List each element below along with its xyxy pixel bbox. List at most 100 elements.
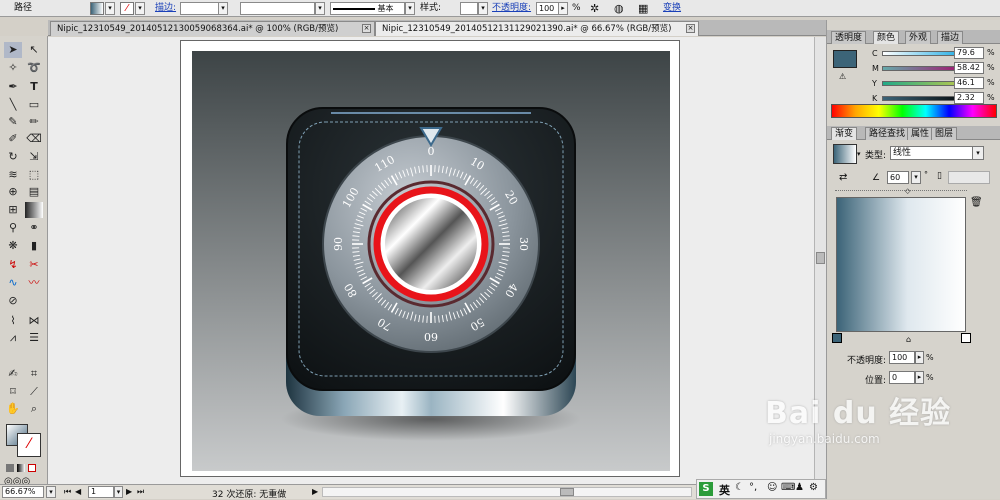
globe-icon[interactable]: ◍	[614, 2, 624, 15]
rectangle-tool-icon[interactable]: ▭	[25, 97, 43, 113]
variable-width-input[interactable]	[240, 2, 315, 15]
eyedropper-alt-tool-icon[interactable]: ✍	[4, 366, 22, 382]
tab-layers[interactable]: 图层	[931, 127, 957, 140]
color-spectrum[interactable]	[831, 104, 997, 118]
gradient-ramp-preview[interactable]	[836, 197, 966, 332]
transform-link[interactable]: 变换	[663, 2, 681, 15]
zoom-input[interactable]: 66.67%	[2, 486, 44, 498]
none-mode-icon[interactable]	[28, 464, 36, 472]
opacity-dropdown[interactable]: ▸	[558, 2, 568, 15]
ime-logo-icon[interactable]: S	[699, 482, 713, 496]
pencil-tool-icon[interactable]: ✏	[25, 114, 43, 130]
h-scroll-thumb[interactable]	[560, 488, 574, 496]
page-input[interactable]: 1	[88, 486, 114, 498]
zoom-dropdown[interactable]: ▾	[46, 486, 56, 498]
shape-builder-tool-icon[interactable]: ⊕	[4, 184, 22, 200]
status-menu-icon[interactable]: ▶	[312, 487, 318, 496]
stop-location-dropdown[interactable]: ▸	[915, 371, 924, 384]
fill-swatch[interactable]	[90, 2, 104, 15]
stop-opacity-dropdown[interactable]: ▸	[915, 351, 924, 364]
zoom-tool-icon[interactable]: ⌕	[25, 401, 43, 417]
puppet-tool-icon[interactable]: ⌇	[4, 313, 22, 329]
scroll-thumb[interactable]	[816, 252, 825, 264]
opacity-label[interactable]: 不透明度:	[492, 2, 531, 15]
warp-tool-icon[interactable]: ∿	[4, 275, 22, 291]
free-transform-tool-icon[interactable]: ⬚	[25, 167, 43, 183]
stroke-label[interactable]: 描边:	[155, 2, 176, 15]
pen-tool-icon[interactable]: ✒	[4, 79, 22, 95]
channel-y-input[interactable]: 46.1	[954, 77, 984, 89]
lasso-tool-icon[interactable]: ➰	[25, 60, 43, 76]
first-page-icon[interactable]: ⏮	[64, 487, 71, 497]
crop-tool-icon[interactable]: ⌑	[4, 384, 22, 400]
gradient-stop-right[interactable]	[961, 333, 971, 343]
width-tool-icon[interactable]: ≋	[4, 167, 22, 183]
gradient-angle-input[interactable]: 60	[887, 171, 909, 184]
variable-width-dropdown[interactable]: ▾	[315, 2, 325, 15]
align-icon[interactable]: ▦	[638, 2, 648, 15]
midpoint-diamond-icon[interactable]: ◇	[905, 187, 910, 195]
page-dropdown[interactable]: ▾	[114, 486, 123, 498]
fill-dropdown[interactable]: ▾	[105, 2, 115, 15]
blob-brush-tool-icon[interactable]: ✐	[4, 131, 22, 147]
aspect-ratio-input[interactable]	[948, 171, 990, 184]
stroke-swatch-dropdown[interactable]: ▾	[135, 2, 145, 15]
close-icon[interactable]: ×	[686, 24, 695, 33]
scissors-tool-icon[interactable]: ✂	[25, 257, 43, 273]
eyedropper-tool-icon[interactable]: ⚲	[4, 220, 22, 236]
tab-stroke[interactable]: 描边	[937, 31, 963, 44]
ime-language[interactable]: 英	[719, 482, 730, 498]
gradient-mode-icon[interactable]	[17, 464, 25, 472]
column-graph-tool-icon[interactable]: ▮	[25, 238, 43, 254]
gradient-stop-mid[interactable]: ⌂	[906, 335, 911, 344]
horizontal-scrollbar[interactable]	[322, 487, 692, 497]
next-page-icon[interactable]: ▶	[126, 487, 132, 496]
brush-dropdown[interactable]: ▾	[405, 2, 415, 15]
stroke-color-swatch[interactable]: ⁄	[18, 434, 40, 456]
tab-attributes[interactable]: 属性	[907, 127, 933, 140]
type-tool-icon[interactable]: T	[25, 79, 43, 95]
color-mode-icon[interactable]	[6, 464, 14, 472]
recolor-icon[interactable]: ✲	[590, 2, 599, 15]
artboard-tool-icon[interactable]: ⊘	[4, 293, 22, 309]
scale-tool-icon[interactable]: ⇲	[25, 149, 43, 165]
blend-tool-icon[interactable]: ⚭	[25, 220, 43, 236]
gradient-preview-swatch[interactable]	[833, 144, 857, 164]
last-page-icon[interactable]: ⏭	[137, 487, 144, 497]
channel-k-input[interactable]: 2.32	[954, 92, 984, 104]
angle-dropdown[interactable]: ▾	[911, 171, 921, 184]
style-dropdown[interactable]: ▾	[478, 2, 488, 15]
delete-stop-icon[interactable]: 🗑	[970, 197, 983, 208]
paintbrush-tool-icon[interactable]: ✎	[4, 114, 22, 130]
tab-gradient[interactable]: 渐变	[831, 127, 857, 140]
current-color-swatch[interactable]	[833, 50, 857, 68]
stroke-none-swatch[interactable]: ⁄	[120, 2, 134, 15]
knife-tool-icon[interactable]: ⟋	[25, 384, 43, 400]
brush-input[interactable]: 基本	[330, 2, 405, 15]
gradient-type-dropdown[interactable]: ▾	[972, 146, 984, 160]
stack-tool-icon[interactable]: ☰	[25, 330, 43, 346]
selection-tool-icon[interactable]: ➤	[4, 42, 22, 58]
ime-moon-icon[interactable]: ☾	[735, 482, 744, 493]
line-tool-icon[interactable]: ╲	[4, 97, 22, 113]
tab-transparency[interactable]: 透明度	[831, 31, 866, 44]
graph-tool-icon[interactable]: ⩘	[4, 330, 22, 346]
channel-m-input[interactable]: 58.42	[954, 62, 984, 74]
ime-punct-icon[interactable]: °,	[749, 482, 757, 493]
measure-tool-icon[interactable]: ⌗	[25, 366, 43, 382]
rotate-tool-icon[interactable]: ↻	[4, 149, 22, 165]
magic-wand-tool-icon[interactable]: ✧	[4, 60, 22, 76]
gradient-type-select[interactable]: 线性	[890, 146, 982, 160]
close-icon[interactable]: ×	[362, 24, 371, 33]
gradient-tool-icon[interactable]	[25, 202, 43, 218]
envelope-tool-icon[interactable]: ⋈	[25, 313, 43, 329]
stop-location-input[interactable]: 0	[889, 371, 915, 384]
tab-appearance[interactable]: 外观	[905, 31, 931, 44]
channel-c-input[interactable]: 79.6	[954, 47, 984, 59]
reverse-gradient-icon[interactable]: ⇄	[839, 172, 847, 183]
tab-color[interactable]: 颜色	[873, 31, 899, 44]
slice-tool-icon[interactable]: ↯	[4, 257, 22, 273]
gradient-stop-left[interactable]	[832, 333, 842, 343]
ime-emoji-icon[interactable]: ☺	[767, 482, 777, 493]
direct-selection-tool-icon[interactable]: ↖	[25, 42, 43, 58]
